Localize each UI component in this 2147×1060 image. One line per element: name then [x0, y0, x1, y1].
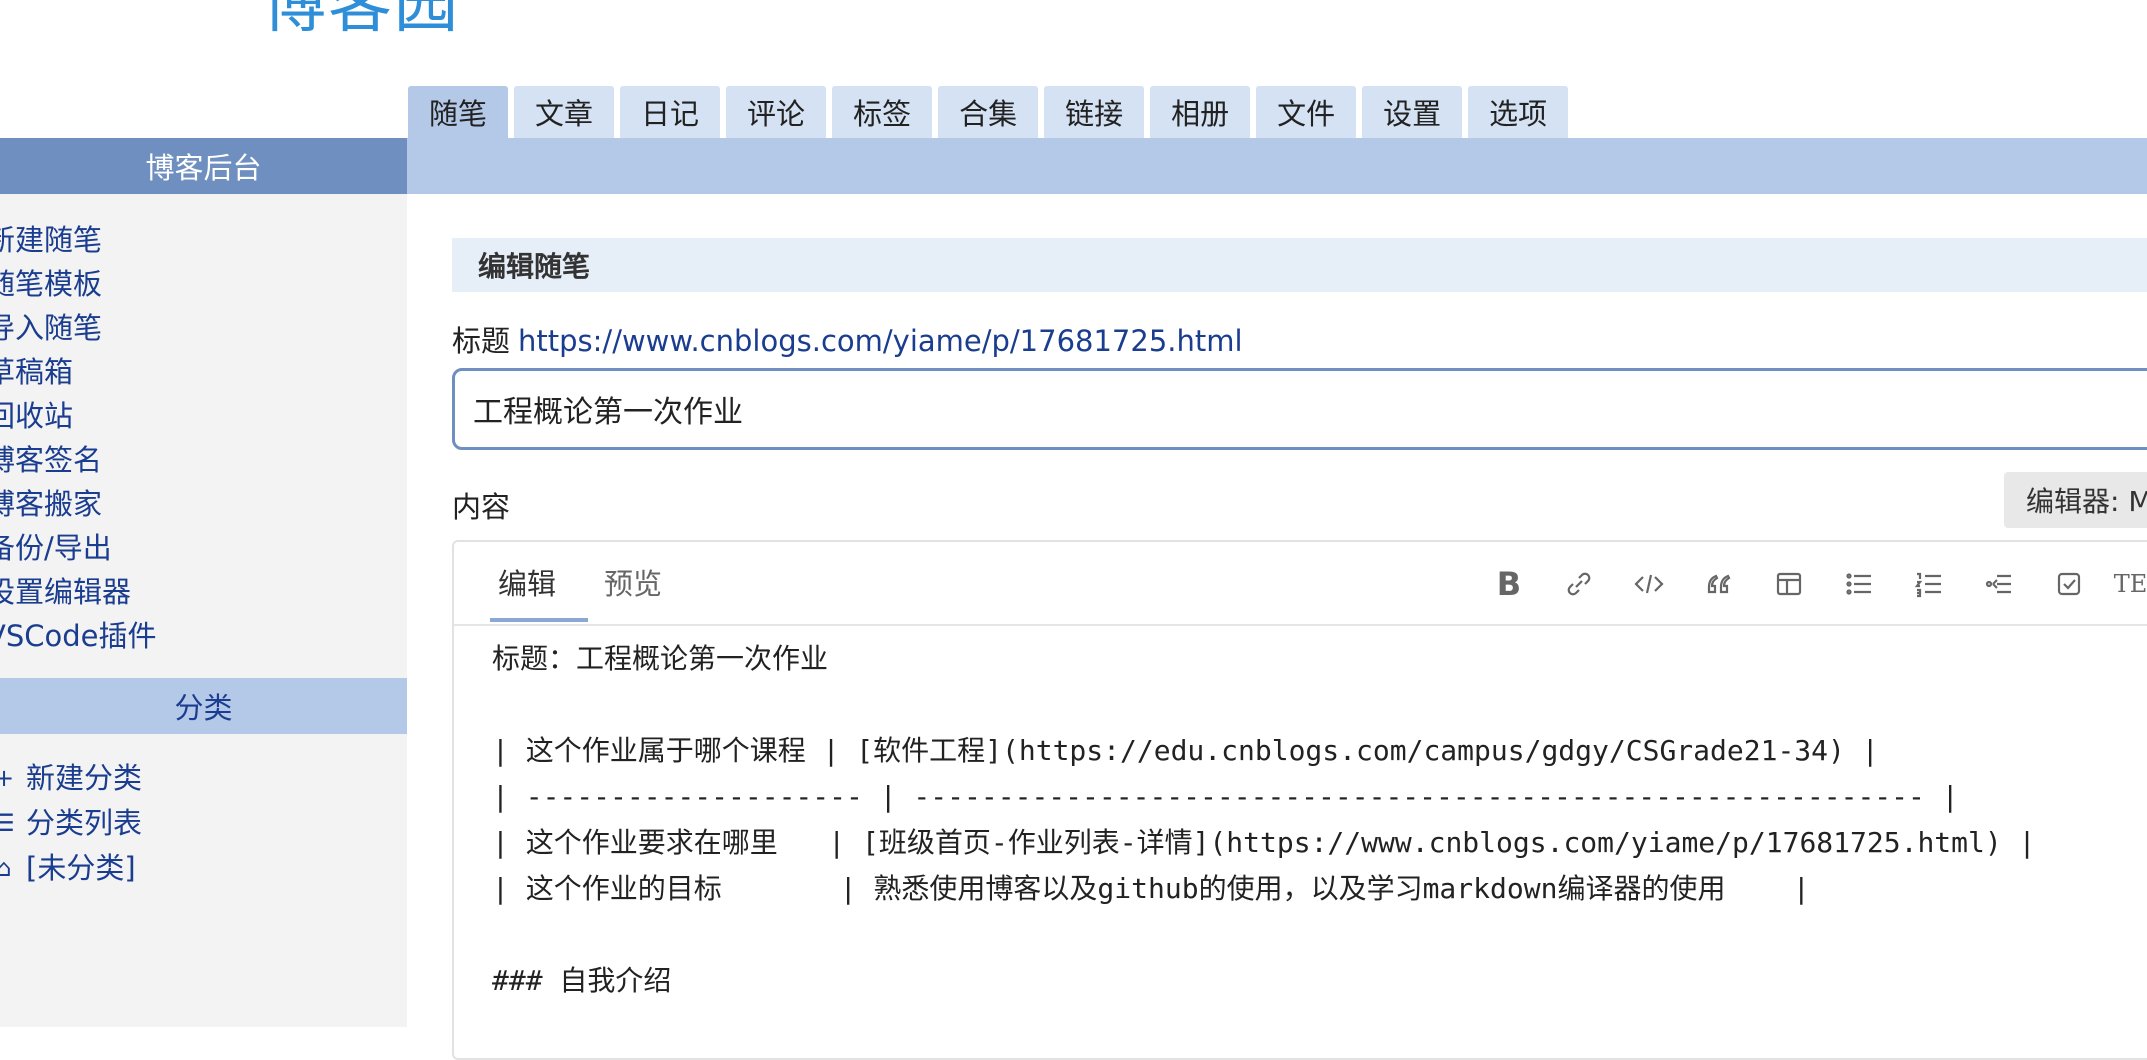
- sidebar-item-2[interactable]: 导入随笔: [0, 306, 157, 350]
- sidebar-item-8[interactable]: 设置编辑器: [0, 570, 157, 614]
- tex-icon[interactable]: TEX: [2104, 564, 2147, 604]
- format-tools: B TEX: [1474, 564, 2147, 604]
- title-label: 标题: [452, 324, 511, 358]
- sidebar-item-7[interactable]: 备份/导出: [0, 526, 157, 570]
- tab-4[interactable]: 标签: [832, 86, 933, 138]
- table-icon[interactable]: [1754, 564, 1824, 604]
- sidebar-item-5[interactable]: 博客签名: [0, 438, 157, 482]
- tab-6[interactable]: 链接: [1044, 86, 1145, 138]
- sidebar-item-0[interactable]: 新建随笔: [0, 218, 157, 262]
- main-header-bar: [407, 138, 2147, 194]
- category-label: 新建分类: [26, 761, 143, 795]
- plus-icon: +: [0, 764, 15, 792]
- active-tab-indicator: [490, 618, 588, 622]
- category-item-1[interactable]: ☰ 分类列表: [0, 801, 142, 846]
- blog-logo[interactable]: 博客园: [262, 0, 460, 40]
- title-input[interactable]: [452, 368, 2147, 450]
- outdent-icon[interactable]: [1964, 564, 2034, 604]
- tab-2[interactable]: 日记: [620, 86, 721, 138]
- editor-toolbar: 编辑 预览 B TE: [454, 542, 2147, 626]
- top-tabs: 随笔 文章 日记 评论 标签 合集 链接 相册 文件 设置 选项: [408, 86, 1569, 138]
- code-icon[interactable]: [1614, 564, 1684, 604]
- sidebar-header: 博客后台: [0, 138, 407, 194]
- tab-9[interactable]: 设置: [1362, 86, 1463, 138]
- sidebar-item-3[interactable]: 草稿箱: [0, 350, 157, 394]
- sidebar-item-6[interactable]: 博客搬家: [0, 482, 157, 526]
- checkbox-icon[interactable]: [2034, 564, 2104, 604]
- bold-icon[interactable]: B: [1474, 564, 1544, 604]
- tab-7[interactable]: 相册: [1150, 86, 1251, 138]
- tab-10[interactable]: 选项: [1468, 86, 1569, 138]
- tab-8[interactable]: 文件: [1256, 86, 1357, 138]
- category-header: 分类: [0, 678, 407, 734]
- list-icon: ☰: [0, 809, 15, 837]
- sidebar-nav: 新建随笔 随笔模板 导入随笔 草稿箱 回收站 博客签名 博客搬家 备份/导出 设置编辑器 VSCo…: [0, 218, 157, 658]
- title-label-row: 标题 https://www.cnblogs.com/yiame/p/176817…: [452, 318, 1243, 360]
- tab-edit[interactable]: 编辑: [498, 562, 556, 606]
- editor-selector-button[interactable]: 编辑器: M: [2004, 472, 2147, 528]
- tab-1[interactable]: 文章: [514, 86, 615, 138]
- category-label: [未分类]: [26, 851, 136, 885]
- sidebar-item-4[interactable]: 回收站: [0, 394, 157, 438]
- sidebar-item-9[interactable]: VSCode插件: [0, 614, 157, 658]
- tag-icon: ⌂: [0, 854, 12, 882]
- tab-3[interactable]: 评论: [726, 86, 827, 138]
- markdown-editor: 编辑 预览 B TE 标题：工程概论第一次作业 | 这个作业属于哪个课程 | […: [452, 540, 2147, 1060]
- post-url-link[interactable]: https://www.cnblogs.com/yiame/p/17681725…: [518, 324, 1243, 358]
- sidebar-item-1[interactable]: 随笔模板: [0, 262, 157, 306]
- quote-icon[interactable]: [1684, 564, 1754, 604]
- tab-preview[interactable]: 预览: [604, 562, 662, 606]
- category-item-2[interactable]: ⌂ [未分类]: [0, 846, 142, 891]
- ordered-list-icon[interactable]: [1894, 564, 1964, 604]
- unordered-list-icon[interactable]: [1824, 564, 1894, 604]
- tab-0[interactable]: 随笔: [408, 86, 509, 138]
- section-title: 编辑随笔: [452, 238, 2147, 292]
- link-icon[interactable]: [1544, 564, 1614, 604]
- markdown-textarea[interactable]: 标题：工程概论第一次作业 | 这个作业属于哪个课程 | [软件工程](https…: [492, 636, 2035, 1004]
- content-label: 内容: [452, 490, 511, 524]
- category-label: 分类列表: [26, 806, 143, 840]
- category-list: + 新建分类 ☰ 分类列表 ⌂ [未分类]: [0, 756, 142, 891]
- category-item-0[interactable]: + 新建分类: [0, 756, 142, 801]
- tab-5[interactable]: 合集: [938, 86, 1039, 138]
